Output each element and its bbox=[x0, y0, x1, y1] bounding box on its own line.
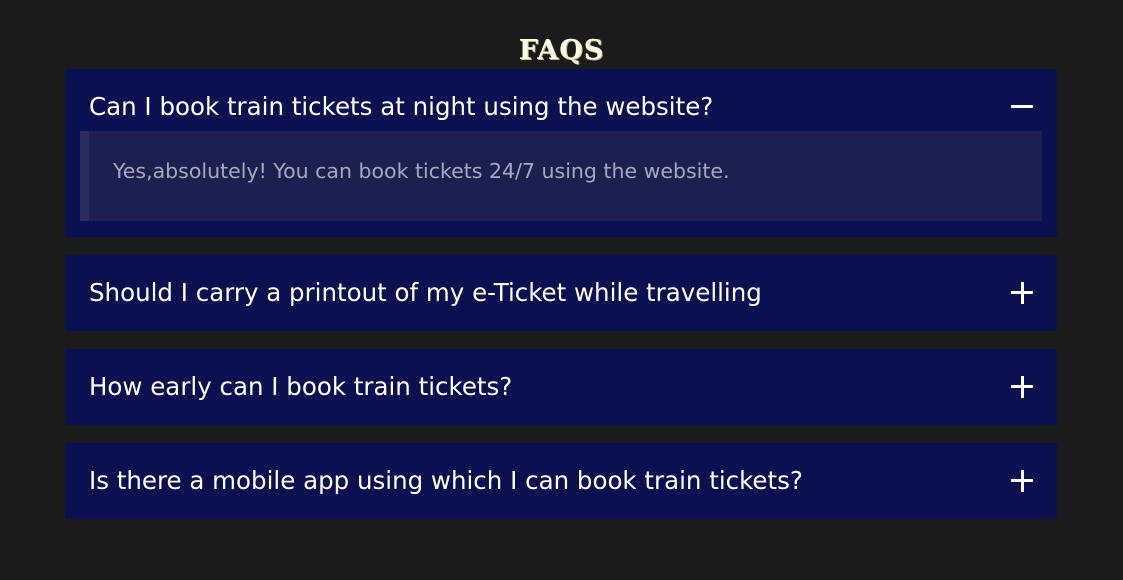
page-title: FAQS bbox=[518, 35, 605, 66]
plus-icon[interactable] bbox=[1011, 282, 1033, 304]
faq-item: Can I book train tickets at night using … bbox=[65, 69, 1057, 237]
faq-question-toggle[interactable]: Is there a mobile app using which I can … bbox=[65, 443, 1057, 519]
plus-icon[interactable] bbox=[1011, 376, 1033, 398]
faq-question-text: Should I carry a printout of my e-Ticket… bbox=[89, 278, 762, 307]
minus-icon[interactable] bbox=[1011, 96, 1033, 118]
faq-item: How early can I book train tickets? bbox=[65, 349, 1057, 425]
faq-question-text: Is there a mobile app using which I can … bbox=[89, 466, 803, 495]
faq-answer: Yes,absolutely! You can book tickets 24/… bbox=[80, 131, 1042, 221]
plus-icon[interactable] bbox=[1011, 470, 1033, 492]
faq-question-toggle[interactable]: How early can I book train tickets? bbox=[65, 349, 1057, 425]
faq-item: Is there a mobile app using which I can … bbox=[65, 443, 1057, 519]
faq-question-text: How early can I book train tickets? bbox=[89, 372, 513, 401]
faq-item: Should I carry a printout of my e-Ticket… bbox=[65, 255, 1057, 331]
faq-question-toggle[interactable]: Should I carry a printout of my e-Ticket… bbox=[65, 255, 1057, 331]
faq-answer-text: Yes,absolutely! You can book tickets 24/… bbox=[113, 159, 730, 183]
